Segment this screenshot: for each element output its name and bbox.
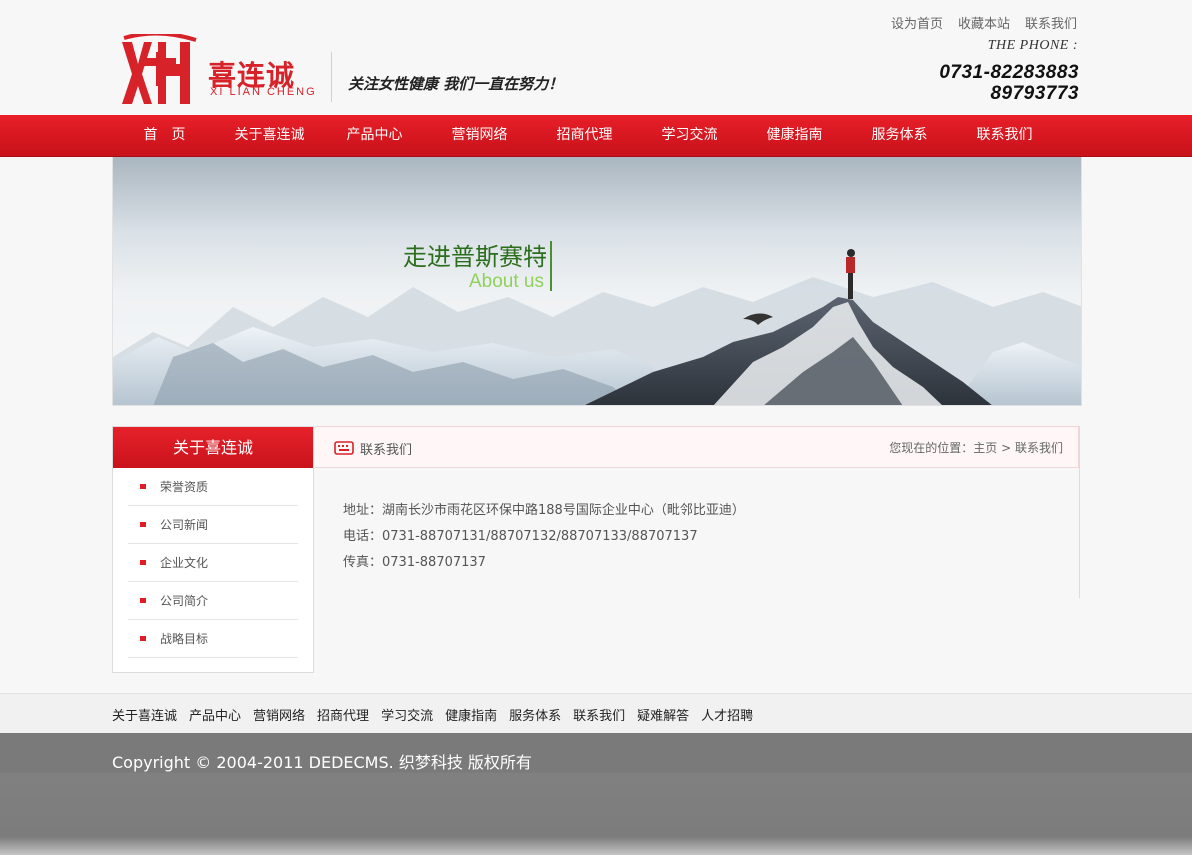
- bullet-icon: [140, 484, 146, 489]
- logo-divider: [331, 52, 332, 102]
- sidebar-item-profile[interactable]: 公司简介: [128, 582, 298, 620]
- main-nav: 首 页 关于喜连诚 产品中心 营销网络 招商代理 学习交流 健康指南 服务体系 …: [0, 115, 1192, 157]
- breadcrumb: 您现在的位置：主页 > 联系我们: [889, 439, 1063, 456]
- contact-link[interactable]: 联系我们: [1025, 13, 1077, 32]
- breadcrumb-current-link[interactable]: 联系我们: [1015, 441, 1063, 455]
- nav-item-home[interactable]: 首 页: [112, 115, 217, 157]
- sidebar-item-label: 企业文化: [160, 556, 209, 570]
- nav-item-contact[interactable]: 联系我们: [952, 115, 1057, 157]
- nav-item-health[interactable]: 健康指南: [742, 115, 847, 157]
- footer-link-faq[interactable]: 疑难解答: [637, 705, 689, 724]
- nav-item-products[interactable]: 产品中心: [322, 115, 427, 157]
- phone-number-1: 0731-82283883: [939, 62, 1079, 83]
- top-links: 设为首页 收藏本站 联系我们: [891, 13, 1077, 32]
- footer-link-health[interactable]: 健康指南: [445, 705, 497, 724]
- breadcrumb-prefix: 您现在的位置：: [889, 441, 974, 455]
- content-title: 联系我们: [360, 443, 413, 458]
- site-header: 喜连诚 XI LIAN CHENG 关注女性健康 我们一直在努力！ 设为首页 收…: [0, 0, 1192, 115]
- footer-link-products[interactable]: 产品中心: [189, 705, 241, 724]
- mountain-scene-icon: [113, 249, 1081, 405]
- footer-link-marketing[interactable]: 营销网络: [253, 705, 305, 724]
- banner-title: 走进普斯赛特: [403, 243, 547, 271]
- phone-line: 电话：0731-88707131/88707132/88707133/88707…: [343, 529, 698, 544]
- content-header: 联系我们 您现在的位置：主页 > 联系我们: [315, 426, 1079, 468]
- footer-link-jobs[interactable]: 人才招聘: [701, 705, 753, 724]
- fax-line: 传真：0731-88707137: [343, 555, 486, 570]
- sidebar: 关于喜连诚 荣誉资质 公司新闻 企业文化 公司简介 战略目标: [112, 426, 314, 673]
- copyright: Copyright © 2004-2011 DEDECMS. 织梦科技 版权所有: [112, 753, 532, 772]
- logo[interactable]: 喜连诚 XI LIAN CHENG: [118, 34, 328, 114]
- breadcrumb-home-link[interactable]: 主页: [973, 441, 997, 455]
- sidebar-item-label: 公司新闻: [160, 518, 209, 532]
- phone-number-2: 89793773: [990, 83, 1079, 104]
- bullet-icon: [140, 598, 146, 603]
- sidebar-item-culture[interactable]: 企业文化: [128, 544, 298, 582]
- footer-nav: 关于喜连诚 产品中心 营销网络 招商代理 学习交流 健康指南 服务体系 联系我们…: [0, 693, 1192, 733]
- slogan: 关注女性健康 我们一直在努力！: [348, 75, 564, 93]
- sidebar-item-label: 荣誉资质: [160, 480, 209, 494]
- footer-link-service[interactable]: 服务体系: [509, 705, 561, 724]
- bullet-icon: [140, 560, 146, 565]
- phone-label: THE PHONE :: [987, 38, 1078, 53]
- footer-link-agency[interactable]: 招商代理: [317, 705, 369, 724]
- bookmark-link[interactable]: 收藏本站: [958, 13, 1010, 32]
- nav-item-about[interactable]: 关于喜连诚: [217, 115, 322, 157]
- nav-item-learning[interactable]: 学习交流: [637, 115, 742, 157]
- logo-name-en: XI LIAN CHENG: [210, 86, 317, 98]
- banner: 走进普斯赛特 About us: [112, 157, 1082, 406]
- nav-item-service[interactable]: 服务体系: [847, 115, 952, 157]
- banner-subtitle: About us: [469, 271, 544, 292]
- logo-mark-icon: [122, 34, 197, 104]
- footer-link-about[interactable]: 关于喜连诚: [112, 705, 177, 724]
- main-content: 联系我们 您现在的位置：主页 > 联系我们 地址：湖南长沙市雨花区环保中路188…: [315, 426, 1080, 598]
- sidebar-item-label: 公司简介: [160, 594, 209, 608]
- sidebar-item-honors[interactable]: 荣誉资质: [128, 468, 298, 506]
- sidebar-title: 关于喜连诚: [113, 427, 313, 468]
- set-homepage-link[interactable]: 设为首页: [891, 13, 943, 32]
- address-line: 地址：湖南长沙市雨花区环保中路188号国际企业中心（毗邻比亚迪）: [343, 503, 745, 518]
- nav-item-marketing[interactable]: 营销网络: [427, 115, 532, 157]
- breadcrumb-separator: >: [1001, 441, 1012, 455]
- banner-title-bar: [550, 241, 552, 291]
- bullet-icon: [140, 636, 146, 641]
- sidebar-item-strategy[interactable]: 战略目标: [128, 620, 298, 658]
- nav-item-agency[interactable]: 招商代理: [532, 115, 637, 157]
- site-footer: Copyright © 2004-2011 DEDECMS. 织梦科技 版权所有: [0, 733, 1192, 855]
- bullet-icon: [140, 522, 146, 527]
- keyboard-icon: [334, 441, 354, 455]
- sidebar-item-label: 战略目标: [160, 632, 209, 646]
- footer-link-learning[interactable]: 学习交流: [381, 705, 433, 724]
- footer-link-contact[interactable]: 联系我们: [573, 705, 625, 724]
- sidebar-item-news[interactable]: 公司新闻: [128, 506, 298, 544]
- contact-info: 地址：湖南长沙市雨花区环保中路188号国际企业中心（毗邻比亚迪） 电话：0731…: [315, 468, 1079, 576]
